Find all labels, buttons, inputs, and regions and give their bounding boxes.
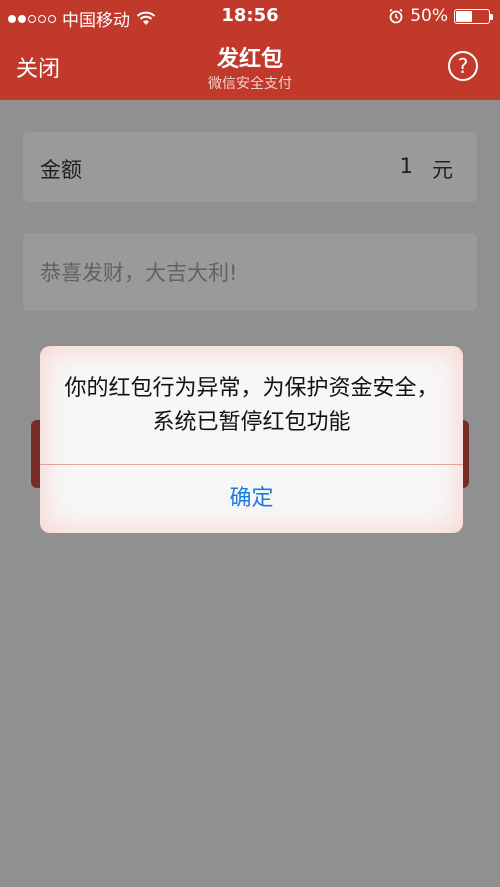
battery-icon — [454, 8, 493, 24]
page-title: 发红包 — [216, 47, 283, 72]
help-icon[interactable]: ? — [448, 51, 478, 81]
alarm-icon — [389, 8, 403, 24]
status-right: 50% — [388, 6, 493, 26]
status-bar: 中国移动 18:56 50% — [0, 0, 500, 33]
confirm-button[interactable]: 确定 — [40, 465, 463, 533]
battery-level — [456, 10, 472, 22]
nav-bar: 关闭 发红包 微信安全支付 ? — [0, 33, 500, 100]
battery-percent: 50% — [410, 6, 448, 26]
alert-message: 你的红包行为异常，为保护资金安全，系统已暂停红包功能 — [64, 376, 439, 435]
alert-dialog: 你的红包行为异常，为保护资金安全，系统已暂停红包功能 确定 — [40, 346, 463, 533]
page-subtitle: 微信安全支付 — [208, 76, 292, 92]
